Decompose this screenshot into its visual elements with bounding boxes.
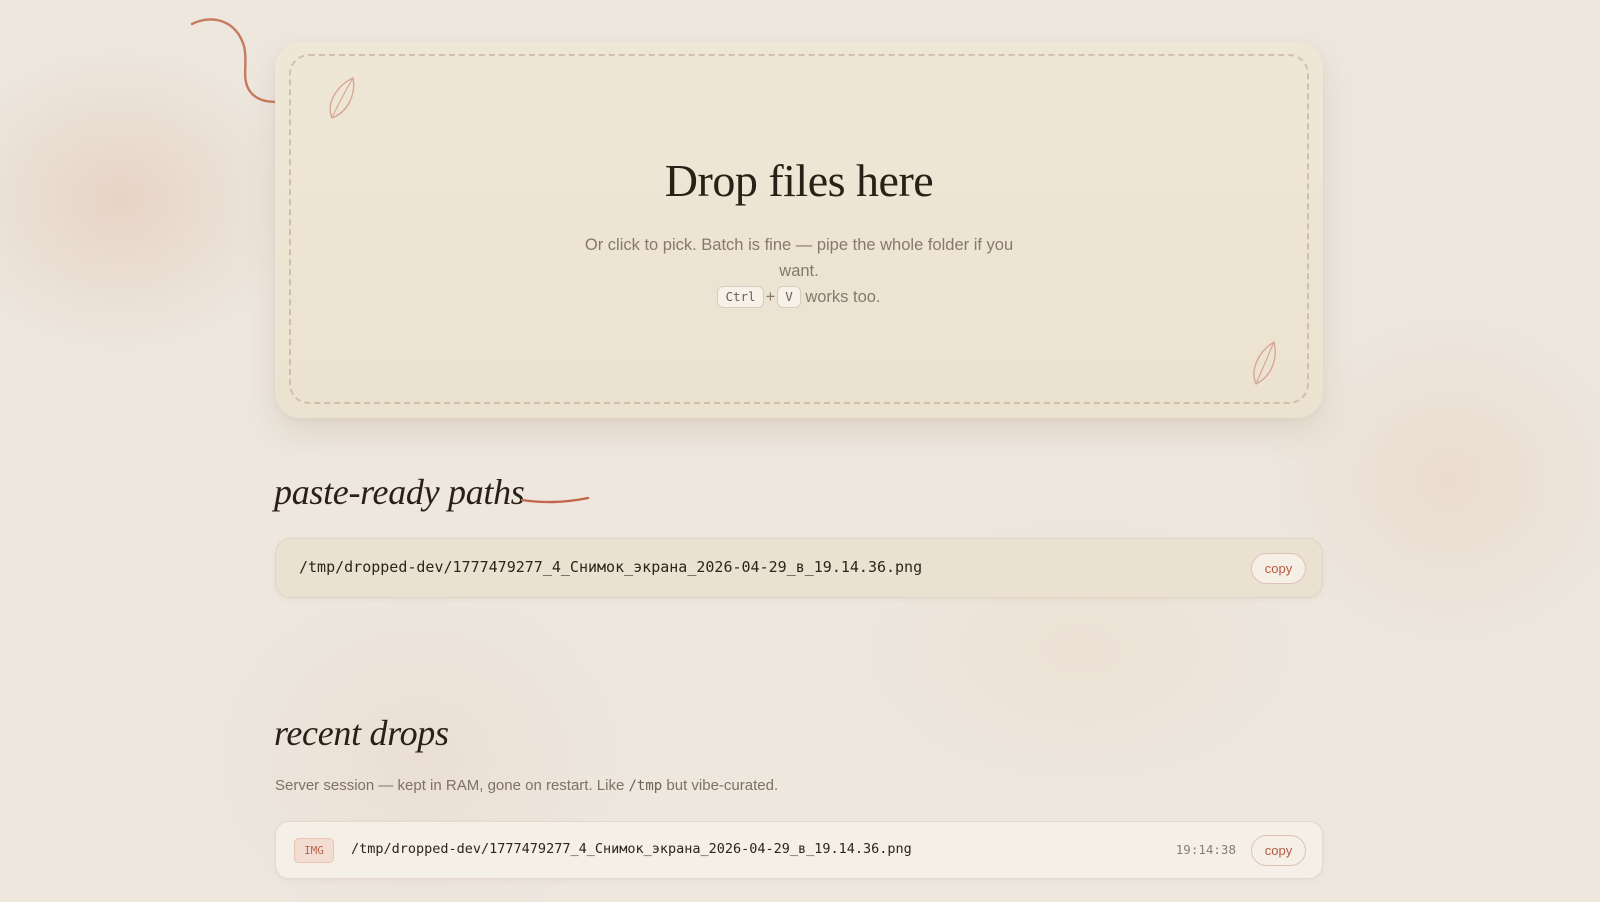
file-type-badge: IMG	[294, 838, 334, 863]
drop-zone-instructions: Or click to pick. Batch is fine — pipe t…	[584, 236, 1014, 280]
recent-file-path[interactable]: /tmp/dropped-dev/1777479277_4_Снимок_экр…	[351, 841, 912, 857]
heading-underline-swoosh	[520, 496, 590, 504]
drop-zone-title: Drop files here	[664, 155, 934, 206]
paste-ready-path-row: /tmp/dropped-dev/1777479277_4_Снимок_экр…	[275, 538, 1323, 598]
paste-ready-paths-heading: paste-ready paths	[274, 472, 525, 512]
leaf-icon	[329, 76, 355, 119]
decorative-curl-icon	[190, 18, 280, 104]
drop-zone-subtitle: Or click to pick. Batch is fine — pipe t…	[275, 232, 1323, 310]
file-drop-zone[interactable]: Drop files here Or click to pick. Batch …	[275, 42, 1323, 418]
shortcut-suffix: works too.	[805, 288, 881, 306]
ctrl-key: Ctrl	[717, 286, 764, 308]
shortcut-plus: +	[765, 288, 776, 306]
recent-drop-item: IMG /tmp/dropped-dev/1777479277_4_Снимок…	[275, 821, 1323, 879]
copy-recent-path-button[interactable]: copy	[1251, 835, 1306, 866]
drop-timestamp: 19:14:38	[1175, 842, 1236, 857]
recent-drops-description: Server session — kept in RAM, gone on re…	[275, 777, 778, 794]
drop-zone-dashed-border	[289, 54, 1309, 404]
description-suffix: but vibe-curated.	[666, 777, 779, 794]
leaf-icon	[1253, 340, 1276, 385]
copy-path-button[interactable]: copy	[1251, 553, 1306, 584]
v-key: V	[777, 286, 801, 308]
paste-shortcut-hint: Ctrl + V works too.	[275, 284, 1323, 310]
description-code: /tmp	[628, 778, 663, 794]
description-prefix: Server session — kept in RAM, gone on re…	[275, 777, 625, 794]
recent-drops-heading: recent drops	[274, 713, 449, 753]
file-path[interactable]: /tmp/dropped-dev/1777479277_4_Снимок_экр…	[299, 558, 922, 576]
